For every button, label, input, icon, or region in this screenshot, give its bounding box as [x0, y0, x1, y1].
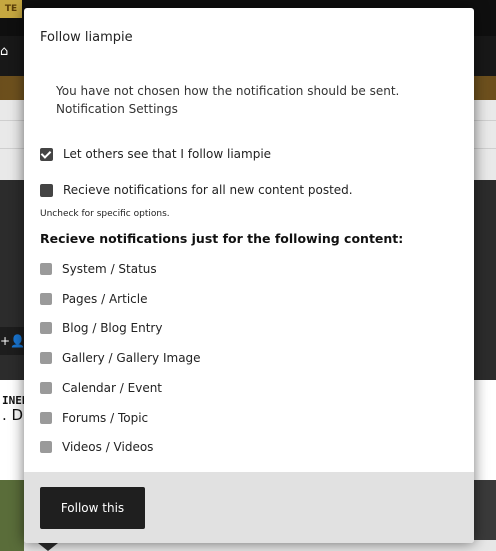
option-label: Recieve notifications for all new conten…: [63, 183, 353, 197]
option-label: Videos / Videos: [62, 440, 154, 454]
checkbox-icon[interactable]: [40, 382, 52, 394]
option-label: Forums / Topic: [62, 411, 149, 425]
follow-dialog: Follow liampie You have not chosen how t…: [24, 8, 474, 543]
option-label: Calendar / Event: [62, 381, 163, 395]
add-friend-icon[interactable]: +👤: [0, 327, 25, 355]
content-option-pages-article[interactable]: Pages / Article: [40, 292, 147, 306]
background-image-fragment: [0, 480, 24, 551]
follow-visibility-option[interactable]: Let others see that I follow liampie: [40, 147, 271, 161]
dialog-title: Follow liampie: [40, 30, 133, 45]
site-logo[interactable]: TE: [0, 0, 22, 18]
content-section-heading: Recieve notifications just for the follo…: [40, 231, 404, 246]
option-hint: Uncheck for specific options.: [40, 209, 170, 219]
option-label: Blog / Blog Entry: [62, 321, 163, 335]
option-label: Gallery / Gallery Image: [62, 351, 201, 365]
dialog-footer: Follow this: [24, 472, 474, 543]
content-option-gallery-image[interactable]: Gallery / Gallery Image: [40, 351, 201, 365]
option-label: System / Status: [62, 262, 157, 276]
checkbox-icon[interactable]: [40, 322, 52, 334]
notification-settings-notice: You have not chosen how the notification…: [56, 84, 400, 116]
option-label: Let others see that I follow liampie: [63, 147, 272, 161]
checkbox-icon[interactable]: [40, 183, 53, 197]
checkbox-icon[interactable]: [40, 412, 52, 424]
checkbox-icon[interactable]: [40, 293, 52, 305]
caret-down-icon: [38, 543, 58, 551]
checkbox-icon[interactable]: [40, 441, 52, 453]
checkbox-icon[interactable]: [40, 352, 52, 364]
content-option-videos[interactable]: Videos / Videos: [40, 440, 153, 454]
home-icon[interactable]: ⌂: [0, 44, 10, 64]
option-label: Pages / Article: [62, 292, 148, 306]
content-option-calendar-event[interactable]: Calendar / Event: [40, 381, 162, 395]
content-option-system-status[interactable]: System / Status: [40, 262, 157, 276]
content-option-forums-topic[interactable]: Forums / Topic: [40, 411, 148, 425]
all-content-notifications-option[interactable]: Recieve notifications for all new conten…: [40, 183, 353, 197]
checkbox-icon[interactable]: [40, 263, 52, 275]
follow-button[interactable]: Follow this: [40, 487, 145, 529]
checkbox-checked-icon[interactable]: [40, 147, 53, 161]
content-option-blog-entry[interactable]: Blog / Blog Entry: [40, 321, 162, 335]
